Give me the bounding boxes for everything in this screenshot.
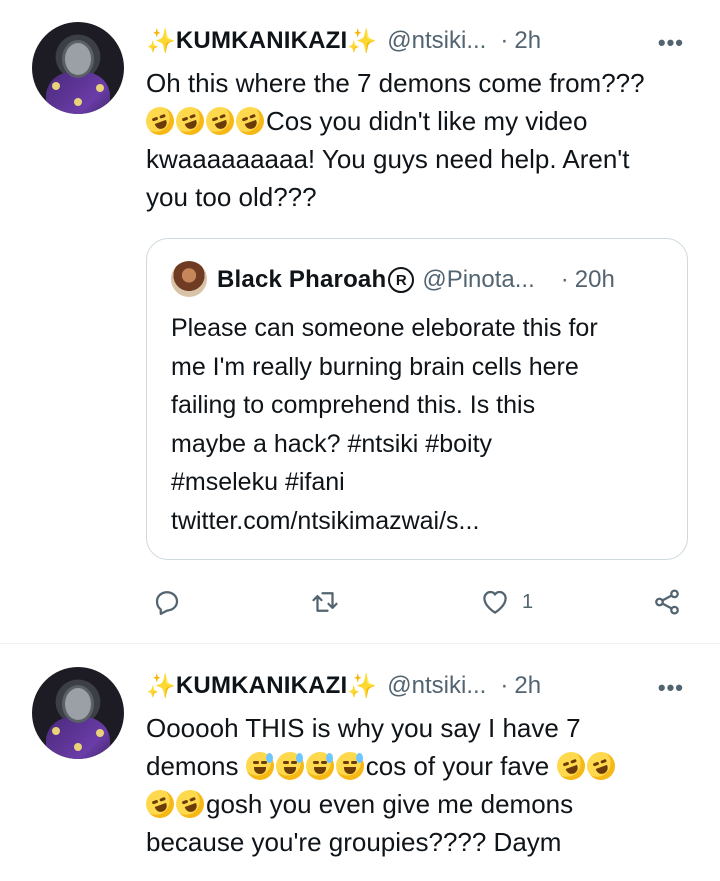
sparkles-icon: ✨ [146, 672, 176, 700]
quoted-text-line: failing to comprehend this. Is this [171, 391, 536, 419]
tweet-text-line: Oh this where the 7 demons come from??? [146, 68, 645, 98]
grinning-sweat-emoji-icon [335, 752, 364, 780]
tweet-text-line: kwaaaaaaaaa! You guys need help. Aren't [146, 144, 630, 174]
grinning-sweat-emoji-icon [275, 752, 304, 780]
sparkles-icon: ✨ [146, 27, 176, 55]
rofl-emoji-icon [142, 103, 178, 139]
tweet-text-segment: demons [146, 751, 239, 781]
reply-button[interactable] [152, 580, 182, 624]
share-icon [655, 589, 679, 615]
quoted-display-name: Black Pharoah [217, 266, 387, 293]
rofl-emoji-icon [232, 103, 268, 139]
tweet-header: ✨ KUMKANIKAZI ✨ @ntsiki... · 2h [146, 24, 541, 58]
timestamp[interactable]: 2h [514, 27, 541, 55]
quoted-header: Black Pharoah R @Pinota... · 20h [217, 263, 615, 297]
rofl-emoji-icon [142, 786, 178, 822]
tweet-header: ✨ KUMKANIKAZI ✨ @ntsiki... · 2h [146, 669, 541, 703]
tweet-text-segment: Cos you didn't like my video [266, 106, 588, 136]
retweet-button[interactable] [310, 580, 340, 624]
display-name[interactable]: KUMKANIKAZI [176, 672, 348, 700]
heart-icon [483, 590, 507, 614]
quoted-text-line: #mseleku #ifani [171, 468, 345, 496]
tweet[interactable]: ✨ KUMKANIKAZI ✨ @ntsiki... · 2h ••• Oh t… [0, 0, 720, 644]
reply-icon [155, 591, 179, 615]
quoted-tweet[interactable]: Black Pharoah R @Pinota... · 20h Please … [146, 238, 688, 560]
more-options-icon[interactable]: ••• [658, 30, 684, 56]
quoted-timestamp: 20h [574, 266, 615, 293]
quoted-text-line: Please can someone eleborate this for [171, 314, 598, 342]
grinning-sweat-emoji-icon [245, 752, 274, 780]
share-button[interactable] [652, 580, 682, 624]
registered-badge-icon: R [388, 267, 415, 293]
quoted-handle: @Pinota... [422, 266, 535, 293]
rofl-emoji-icon [172, 786, 208, 822]
avatar[interactable] [32, 22, 124, 114]
separator: · [500, 27, 509, 54]
tweet-text-line: Cos you didn't like my video [142, 102, 694, 140]
rofl-emoji-icon [202, 103, 238, 139]
sparkles-icon: ✨ [347, 672, 378, 700]
like-count: 1 [522, 590, 534, 613]
quoted-avatar[interactable] [171, 261, 207, 297]
tweet-text-line: you too old??? [146, 182, 317, 212]
separator: · [500, 672, 509, 699]
grinning-sweat-emoji-icon [305, 752, 334, 780]
quoted-text: Please can someone eleborate this for me… [171, 309, 671, 540]
tweet-text-line: because you're groupies???? Daym [146, 827, 562, 857]
tweet-actions: 1 [146, 580, 694, 624]
tweet-text-segment: cos of your fave [365, 751, 550, 781]
rofl-emoji-icon [552, 748, 589, 784]
quoted-text-line: me I'm really burning brain cells here [171, 352, 579, 381]
handle[interactable]: @ntsiki... [387, 27, 486, 55]
sparkles-icon: ✨ [347, 27, 378, 55]
quoted-text-line: maybe a hack? #ntsiki #boity [171, 429, 493, 458]
tweet-text-segment: gosh you even give me demons [206, 789, 574, 819]
tweet-text-line: gosh you even give me demons [142, 785, 694, 823]
retweet-icon [312, 592, 338, 612]
rofl-emoji-icon [582, 748, 619, 784]
avatar[interactable] [32, 667, 124, 759]
handle[interactable]: @ntsiki... [387, 672, 486, 700]
separator: · [560, 266, 569, 293]
tweet[interactable]: ✨ KUMKANIKAZI ✨ @ntsiki... · 2h ••• Oooo… [0, 645, 720, 881]
quoted-link[interactable]: twitter.com/ntsikimazwai/s... [171, 502, 671, 541]
tweet-text-line: demons cos of your fave [146, 747, 694, 785]
rofl-emoji-icon [172, 103, 208, 139]
tweet-text: Oooooh THIS is why you say I have 7 demo… [142, 709, 694, 861]
display-name[interactable]: KUMKANIKAZI [176, 27, 348, 55]
timestamp[interactable]: 2h [514, 672, 541, 700]
tweet-text: Oh this where the 7 demons come from??? … [142, 64, 694, 216]
tweet-text-line: Oooooh THIS is why you say I have 7 [146, 713, 581, 743]
like-button[interactable]: 1 [480, 580, 533, 624]
more-options-icon[interactable]: ••• [658, 675, 684, 701]
